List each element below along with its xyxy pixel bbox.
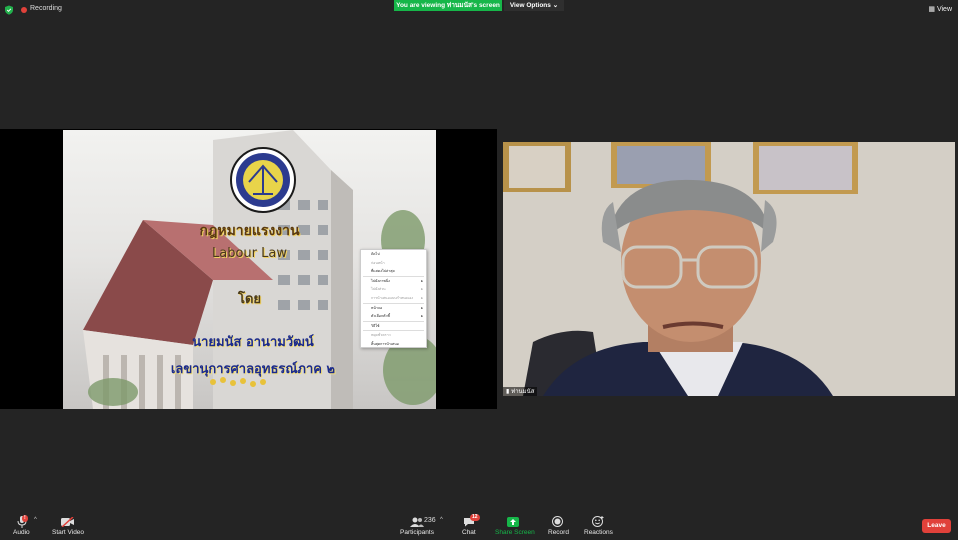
chat-label: Chat xyxy=(462,529,476,536)
context-menu-item[interactable]: หน้าจอ ▸ xyxy=(361,304,426,313)
context-menu-item[interactable]: วิธีใช้ xyxy=(361,322,426,331)
submenu-arrow-icon: ▸ xyxy=(421,314,423,319)
slide-presenter-position: เลขานุการศาลอุทธรณ์ภาค ๒ xyxy=(170,362,336,377)
reactions-emoji-icon xyxy=(592,516,604,527)
context-menu-item-label: สิ้นสุดการนำเสนอ xyxy=(371,341,399,346)
recording-icon xyxy=(21,7,27,13)
context-menu-item-label: วิธีใช้ xyxy=(371,323,380,328)
record-button[interactable]: Record xyxy=(545,514,571,538)
context-menu-item-label: ก่อนหน้า xyxy=(371,260,385,265)
participants-options-caret[interactable]: ^ xyxy=(440,517,443,523)
view-options-button[interactable]: View Options ⌄ xyxy=(504,0,564,11)
encryption-shield-icon[interactable] xyxy=(4,5,14,15)
submenu-arrow-icon: ▸ xyxy=(421,287,423,292)
participants-label: Participants xyxy=(400,529,434,536)
slide-title-thai: กฎหมายแรงงาน xyxy=(199,223,300,239)
context-menu-item-label: ไปยังภาพนิ่ง xyxy=(371,278,390,283)
view-label: View xyxy=(936,6,952,13)
viewing-screen-banner: You are viewing ท่านมนัส's screen xyxy=(394,0,502,11)
slideshow-context-menu: ถัดไปก่อนหน้าที่แสดงไปล่าสุดไปยังภาพนิ่ง… xyxy=(360,249,427,348)
share-screen-button[interactable]: Share Screen xyxy=(493,514,535,538)
context-menu-item-label: หน้าจอ xyxy=(371,305,383,310)
record-label: Record xyxy=(548,529,569,536)
start-video-label: Start Video xyxy=(52,529,85,536)
chat-unread-badge: 12 xyxy=(470,514,480,521)
record-icon xyxy=(552,516,563,527)
context-menu-item[interactable]: การนำเสนอแบบกำหนดเอง ▸ xyxy=(361,294,426,303)
reactions-button[interactable]: Reactions xyxy=(583,514,613,538)
context-menu-item-label: การนำเสนอแบบกำหนดเอง xyxy=(371,295,414,300)
share-screen-icon xyxy=(507,517,519,527)
participant-video-frame xyxy=(503,142,955,396)
recording-label: Recording xyxy=(30,5,62,12)
context-menu-item[interactable]: สิ้นสุดการนำเสนอ xyxy=(361,340,426,349)
submenu-arrow-icon: ▸ xyxy=(421,295,423,300)
context-menu-item-label: ไปยังส่วน xyxy=(371,287,386,292)
signal-strength-icon: ▮ xyxy=(506,388,510,395)
audio-button[interactable]: ! Audio xyxy=(10,514,36,538)
audio-options-caret[interactable]: ^ xyxy=(34,517,37,523)
context-menu-item-label: ถัดไป xyxy=(371,252,380,256)
view-button[interactable]: ▦ View xyxy=(928,5,952,13)
participant-name-tag: ▮ ท่านมนัส xyxy=(503,387,538,396)
context-menu-item[interactable]: ก่อนหน้า xyxy=(361,259,426,268)
context-menu-item[interactable]: ที่แสดงไปล่าสุด xyxy=(361,267,426,276)
start-video-button[interactable]: Start Video xyxy=(50,514,86,538)
context-menu-item[interactable]: ไปยังภาพนิ่ง ▸ xyxy=(361,277,426,286)
grid-view-icon: ▦ xyxy=(928,6,935,13)
video-off-icon xyxy=(61,517,74,527)
participants-count: 236 xyxy=(424,517,436,524)
reactions-label: Reactions xyxy=(584,529,613,536)
chat-button[interactable]: 12 Chat xyxy=(456,514,482,538)
participants-icon xyxy=(410,517,424,527)
audio-label: Audio xyxy=(13,529,30,536)
participant-name: ท่านมนัส xyxy=(511,388,535,395)
context-menu-item-label: หยุดชั่วคราว xyxy=(371,333,391,338)
context-menu-item[interactable]: ตัวเลือกตัวชี้ ▸ xyxy=(361,312,426,321)
participant-video[interactable] xyxy=(503,142,955,396)
submenu-arrow-icon: ▸ xyxy=(421,305,423,310)
context-menu-item[interactable]: ถัดไป xyxy=(361,250,426,259)
context-menu-item-label: ตัวเลือกตัวชี้ xyxy=(371,314,390,319)
context-menu-item[interactable]: ไปยังส่วน ▸ xyxy=(361,285,426,294)
context-menu-item[interactable]: หยุดชั่วคราว xyxy=(361,331,426,340)
leave-meeting-button[interactable]: Leave xyxy=(922,519,951,533)
slide-presenter-name: นายมนัส อานามวัฒน์ xyxy=(192,335,314,350)
submenu-arrow-icon: ▸ xyxy=(421,278,423,283)
context-menu-item-label: ที่แสดงไปล่าสุด xyxy=(371,269,395,274)
share-screen-label: Share Screen xyxy=(495,529,535,536)
audio-warning-badge: ! xyxy=(22,515,28,522)
